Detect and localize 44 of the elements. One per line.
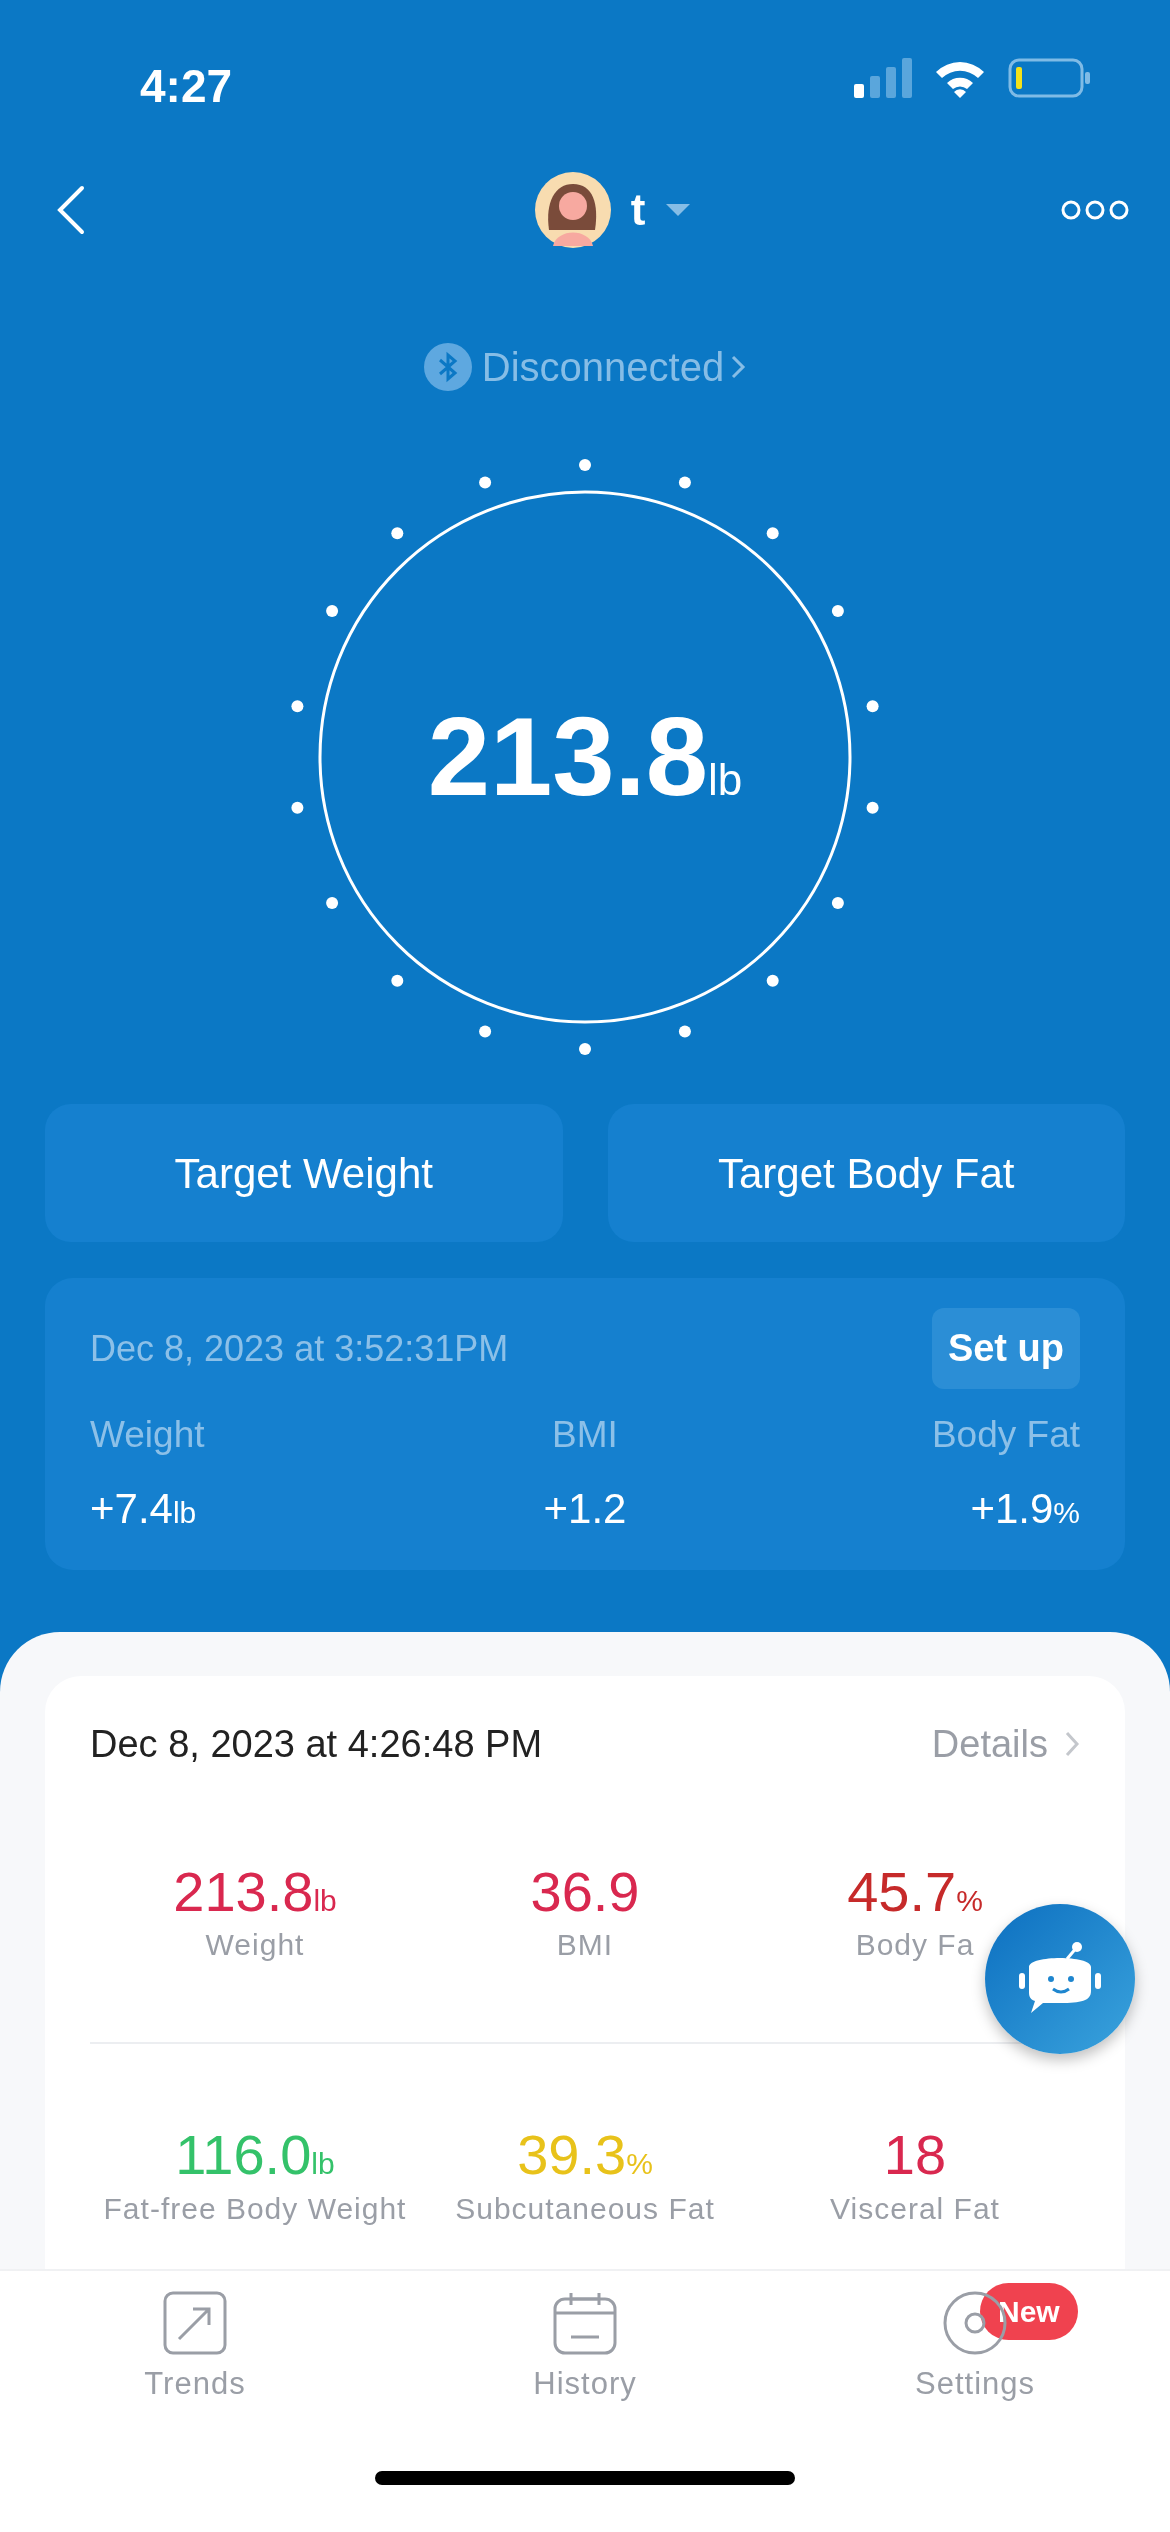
back-button[interactable] [56,185,86,235]
battery-icon [1008,58,1090,98]
calendar-icon [553,2291,617,2355]
tab-button[interactable]: Trends [138,2271,252,2424]
metric-label: BMI [556,1927,614,1964]
metric-value: 39.3% [517,2124,653,2186]
comparison-label: Body Fat [931,1414,1080,1455]
metric-label: Weight [205,1927,305,1964]
goal-button[interactable]: Target Body Fat [607,1104,1125,1242]
connection-status-link[interactable]: Disconnected [481,337,747,397]
metric-label: Fat-free Body Weight [103,2190,407,2227]
more-button[interactable] [1060,199,1130,221]
latest-timestamp: Dec 8, 2023 at 4:26:48 PM [90,1721,543,1767]
metric-value: 45.7% [847,1860,983,1923]
comparison-timestamp: Dec 8, 2023 at 3:52:31PM [90,1326,509,1371]
new-badge: New [980,2283,1078,2340]
signal-icon [854,58,912,98]
avatar-icon [534,172,611,248]
bluetooth-icon [423,343,472,391]
details-link[interactable]: Details [931,1715,1080,1773]
chat-bot-button[interactable] [985,1903,1135,2054]
comparison-value: +1.9% [970,1484,1080,1532]
dropdown-caret-icon[interactable] [665,202,692,218]
metric-label: Subcutaneous Fat [455,2190,715,2227]
setup-button[interactable]: Set up [931,1308,1080,1389]
comparison-value: +7.4lb [90,1484,197,1532]
chevron-icon [730,353,747,381]
back-icon [56,185,86,235]
goal-button[interactable]: Target Weight [45,1104,563,1242]
metric-label: Visceral Fat [830,2190,1000,2227]
metric-label: Body Fa [855,1927,975,1964]
chevron-icon [1064,1729,1080,1759]
more-icon [1060,199,1130,221]
status-time: 4:27 [140,59,233,114]
user-name[interactable]: t [630,177,646,243]
metric-value: 213.8lb [173,1860,337,1923]
comparison-label: BMI [552,1414,618,1455]
comparison-value: +1.2 [543,1484,627,1532]
comparison-label: Weight [90,1414,205,1455]
tab-button[interactable]: History [527,2271,643,2424]
metric-value: 116.0lb [175,2124,335,2186]
metric-value: 18 [883,2124,947,2186]
weight-reading: 213.8lb [426,693,744,821]
metric-value: 36.9 [530,1860,640,1923]
